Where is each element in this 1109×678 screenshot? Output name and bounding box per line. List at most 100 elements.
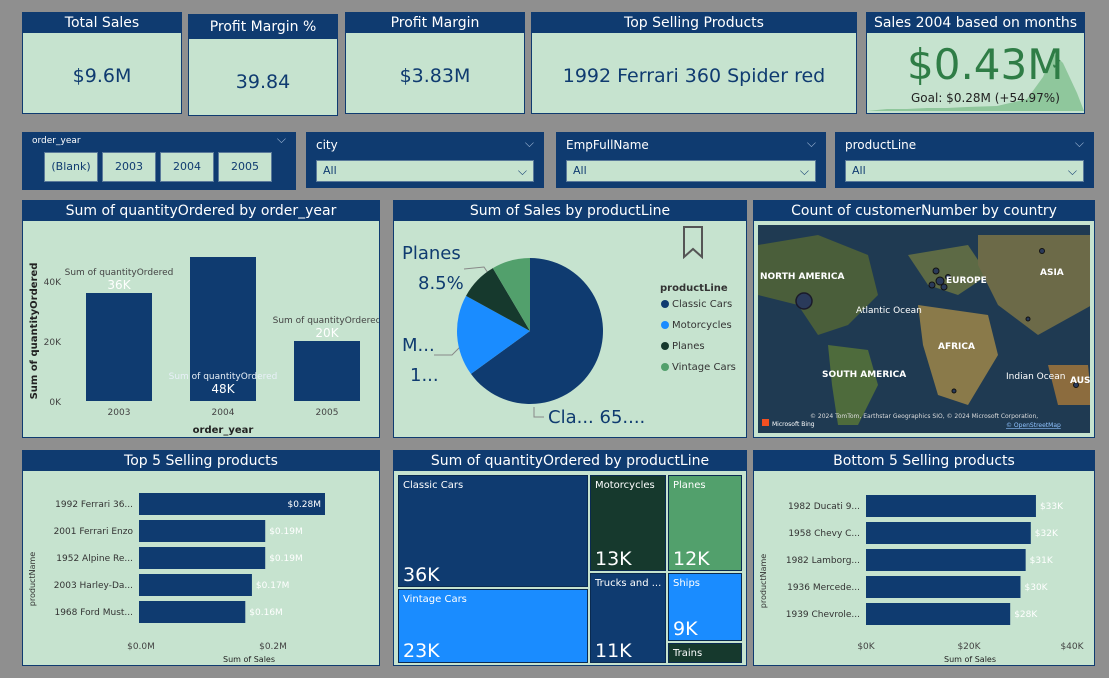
x-tick: 2004	[212, 408, 235, 418]
kpi-title: Top Selling Products	[532, 13, 856, 33]
category-label: 1982 Ducati 9...	[788, 502, 860, 512]
dropdown-value: All	[852, 164, 866, 177]
category-label: 1936 Mercede...	[787, 583, 860, 593]
bar[interactable]	[866, 522, 1031, 544]
chevron-down-icon[interactable]: ⌵	[277, 132, 286, 147]
pie-label-m: M...	[402, 335, 435, 356]
treemap-tile[interactable]: Classic Cars 36K	[398, 475, 588, 587]
chevron-down-icon[interactable]: ⌵	[807, 136, 816, 151]
legend-title: productLine	[660, 283, 728, 294]
treemap-tile[interactable]: Vintage Cars 23K	[398, 589, 588, 663]
bar[interactable]	[866, 549, 1026, 571]
bar[interactable]	[139, 574, 252, 596]
y-axis-label: productName	[28, 552, 37, 606]
kpi-total-sales: Total Sales $9.6M	[22, 12, 182, 114]
category-label: 1958 Chevy C...	[788, 529, 860, 539]
year-option-2004[interactable]: 2004	[160, 152, 214, 182]
year-option-2003[interactable]: 2003	[102, 152, 156, 182]
x-tick: 2003	[108, 408, 131, 418]
x-tick: $0.0M	[127, 642, 155, 652]
tile-value: 9K	[673, 618, 698, 640]
year-option-2005[interactable]: 2005	[218, 152, 272, 182]
legend-item[interactable]: Planes	[672, 341, 705, 352]
legend-marker	[661, 363, 669, 371]
series-label: Sum of quantityOrdered	[169, 372, 278, 382]
treemap-tile[interactable]: Planes 12K	[668, 475, 742, 571]
dropdown-value: All	[573, 164, 587, 177]
chart-title: Sum of quantityOrdered by order_year	[23, 201, 379, 221]
dropdown-value: All	[323, 164, 337, 177]
city-dropdown[interactable]: All ⌵	[316, 160, 534, 182]
y-tick: 40K	[44, 278, 62, 288]
tile-label: Ships	[673, 578, 701, 589]
treemap-tile[interactable]: Motorcycles 13K	[590, 475, 666, 571]
data-label: $0.17M	[256, 581, 290, 591]
kpi-value: $3.83M	[399, 65, 471, 87]
chart-title: Bottom 5 Selling products	[754, 451, 1094, 471]
treemap-tile[interactable]: Ships 9K	[668, 573, 742, 641]
category-label: 2003 Harley-Da...	[54, 581, 133, 591]
bar[interactable]	[866, 576, 1021, 598]
bar[interactable]	[139, 547, 266, 569]
slicer-productline: productLine ⌵ All ⌵	[835, 132, 1094, 188]
bar[interactable]	[139, 520, 266, 542]
slicer-order-year[interactable]: order_year ⌵ (Blank) 2003 2004 2005	[22, 132, 296, 190]
legend-item[interactable]: Classic Cars	[672, 299, 732, 310]
legend-item[interactable]: Motorcycles	[672, 320, 732, 331]
tile-value: 12K	[673, 548, 710, 570]
category-label: 1968 Ford Must...	[54, 608, 133, 618]
kpi-title: Sales 2004 based on months	[867, 13, 1084, 33]
empfullname-dropdown[interactable]: All ⌵	[566, 160, 816, 182]
treemap-tile[interactable]: Trucks and ... 11K	[590, 573, 666, 663]
chevron-down-icon[interactable]: ⌵	[525, 136, 534, 151]
bar-chart-bottom5: productName $0K $20K $40K Sum of Sales 1…	[759, 495, 1085, 664]
x-tick: $40K	[1060, 642, 1084, 652]
chevron-down-icon: ⌵	[517, 164, 527, 178]
bar[interactable]	[866, 603, 1011, 625]
data-label: $0.16M	[249, 608, 283, 618]
legend-marker	[661, 342, 669, 350]
tile-value: 23K	[403, 640, 440, 662]
data-label: 48K	[211, 382, 235, 396]
category-label: 2001 Ferrari Enzo	[54, 527, 134, 537]
series-label: Sum of quantityOrdered	[273, 316, 379, 326]
chevron-down-icon[interactable]: ⌵	[1075, 136, 1084, 151]
pie-label-cla: Cla... 65....	[548, 407, 645, 428]
data-label: $0.19M	[269, 554, 303, 564]
tile-label: Trucks and ...	[595, 578, 662, 589]
tile-value: 13K	[595, 548, 632, 570]
chevron-down-icon: ⌵	[1067, 164, 1077, 178]
slicer-title: productLine	[845, 138, 917, 152]
slicer-city: city ⌵ All ⌵	[306, 132, 544, 188]
bookmark-icon[interactable]	[680, 225, 706, 260]
data-label: $33K	[1040, 502, 1064, 512]
x-axis-label: Sum of Sales	[944, 655, 996, 664]
tile-label: Planes	[673, 480, 706, 491]
chart-title: Sum of Sales by productLine	[394, 201, 746, 221]
chevron-down-icon: ⌵	[799, 164, 809, 178]
slicer-title: city	[316, 138, 338, 152]
bar[interactable]	[294, 341, 360, 401]
bar[interactable]	[86, 293, 152, 401]
treemap-tile[interactable]: Trains	[668, 643, 742, 663]
year-option-blank[interactable]: (Blank)	[44, 152, 98, 182]
pie-label-planes: Planes	[402, 243, 461, 264]
map-label: Atlantic Ocean	[856, 306, 922, 316]
map-label: EUROPE	[946, 276, 987, 286]
bar-chart-year: Sum of quantityOrdered 40K 20K 0K order_…	[29, 257, 379, 436]
y-axis-label: Sum of quantityOrdered	[29, 263, 40, 400]
kpi-value: 39.84	[235, 71, 291, 93]
map-canvas: NORTH AMERICA EUROPE ASIA Atlantic Ocean…	[758, 225, 1090, 433]
productline-dropdown[interactable]: All ⌵	[845, 160, 1084, 182]
world-map[interactable]: NORTH AMERICA EUROPE ASIA Atlantic Ocean…	[758, 225, 1090, 433]
microsoft-logo-icon	[762, 419, 769, 426]
kpi-profit-margin-pct: Profit Margin % 39.84	[188, 14, 338, 116]
legend-item[interactable]: Vintage Cars	[672, 362, 736, 373]
map-label: AUS	[1070, 376, 1090, 386]
map-osm-link[interactable]: © OpenStreetMap	[1006, 422, 1061, 429]
bar[interactable]	[866, 495, 1036, 517]
data-label: $30K	[1025, 583, 1049, 593]
data-label: $31K	[1030, 556, 1054, 566]
bar[interactable]	[139, 601, 246, 623]
chart-top5: Top 5 Selling products productName $0.0M…	[22, 450, 380, 666]
